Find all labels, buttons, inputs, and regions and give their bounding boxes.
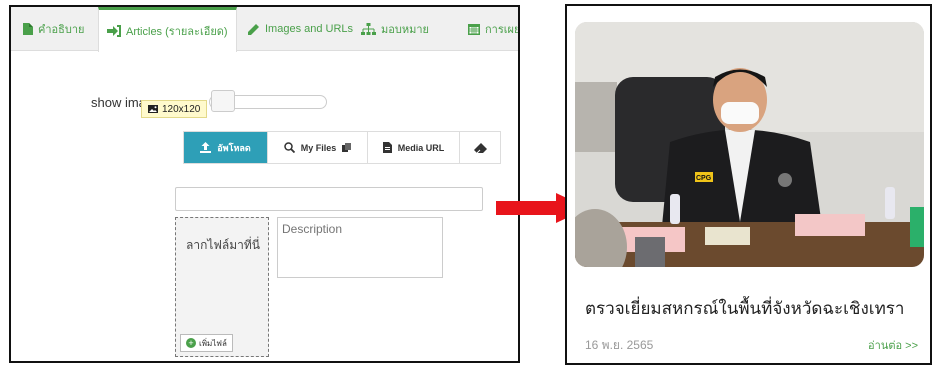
editor-tab-bar: คำอธิบาย Articles (รายละเอียด) Images an… — [11, 7, 518, 52]
tab-assign[interactable]: มอบหมาย — [361, 7, 429, 51]
media-source-buttons: อัพโหลด My Files Media URL — [183, 131, 501, 164]
pencil-icon — [248, 23, 259, 35]
read-more-link[interactable]: อ่านต่อ >> — [868, 336, 918, 354]
document-icon — [382, 142, 392, 153]
clear-button[interactable] — [460, 132, 500, 163]
upload-button[interactable]: อัพโหลด — [184, 132, 268, 163]
news-card[interactable]: CPG ตรวจเยี่ยมสหกรณ์ในพื้นที่จังหวัดฉะเช… — [565, 4, 932, 365]
photo-scene: CPG — [575, 22, 924, 267]
file-icon — [23, 23, 33, 35]
sign-in-icon — [107, 25, 121, 37]
upload-icon — [200, 142, 212, 153]
article-editor-panel: คำอธิบาย Articles (รายละเอียด) Images an… — [9, 5, 520, 363]
search-icon — [283, 142, 295, 153]
eraser-icon — [473, 142, 487, 153]
media-url-input[interactable] — [175, 187, 483, 211]
tab-description[interactable]: คำอธิบาย — [23, 7, 84, 51]
sitemap-icon — [361, 23, 376, 35]
tab-publish[interactable]: การเผยแ — [468, 7, 518, 51]
tab-articles[interactable]: Articles (รายละเอียด) — [98, 7, 237, 52]
image-size-tooltip: 120x120 — [141, 100, 208, 118]
description-field[interactable] — [277, 217, 443, 278]
news-title[interactable]: ตรวจเยี่ยมสหกรณ์ในพื้นที่จังหวัดฉะเชิงเท… — [585, 295, 904, 322]
drop-zone-text: ลากไฟล์มาที่นี่ — [186, 238, 261, 252]
media-url-button[interactable]: Media URL — [368, 132, 460, 163]
plus-circle-icon: + — [186, 338, 196, 348]
my-files-button[interactable]: My Files — [268, 132, 368, 163]
calendar-icon — [468, 24, 480, 35]
slider-handle[interactable] — [211, 90, 235, 112]
add-file-button[interactable]: + เพิ่มไฟล์ — [180, 334, 233, 352]
copy-icon — [342, 143, 352, 152]
tab-images-urls[interactable]: Images and URLs — [247, 7, 353, 51]
photo-badge-text: CPG — [696, 175, 712, 182]
news-photo[interactable]: CPG — [575, 22, 924, 267]
news-date: 16 พ.ย. 2565 — [585, 338, 654, 352]
image-icon — [148, 105, 158, 113]
file-drop-zone[interactable]: ลากไฟล์มาที่นี่ + เพิ่มไฟล์ — [175, 217, 269, 357]
